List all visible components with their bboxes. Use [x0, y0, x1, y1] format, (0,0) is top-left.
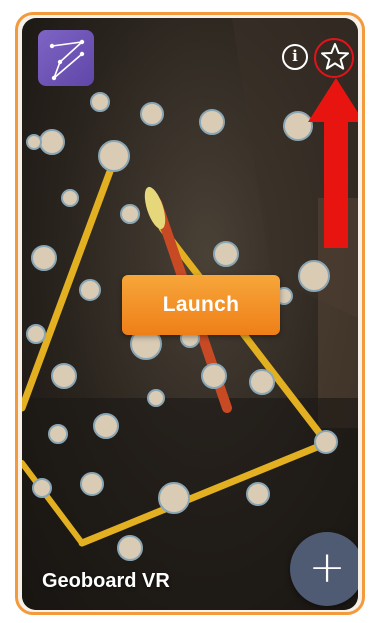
favorite-highlight-ring [314, 38, 354, 78]
app-title: Geoboard VR [42, 570, 170, 592]
plus-icon[interactable]: + [290, 532, 358, 606]
red-arrow-annotation [308, 78, 358, 248]
app-card[interactable]: i Launch Geoboard VR + [22, 18, 358, 610]
geoboard-app-icon [38, 30, 94, 86]
launch-button[interactable]: Launch [122, 275, 280, 335]
info-icon[interactable]: i [282, 44, 308, 70]
